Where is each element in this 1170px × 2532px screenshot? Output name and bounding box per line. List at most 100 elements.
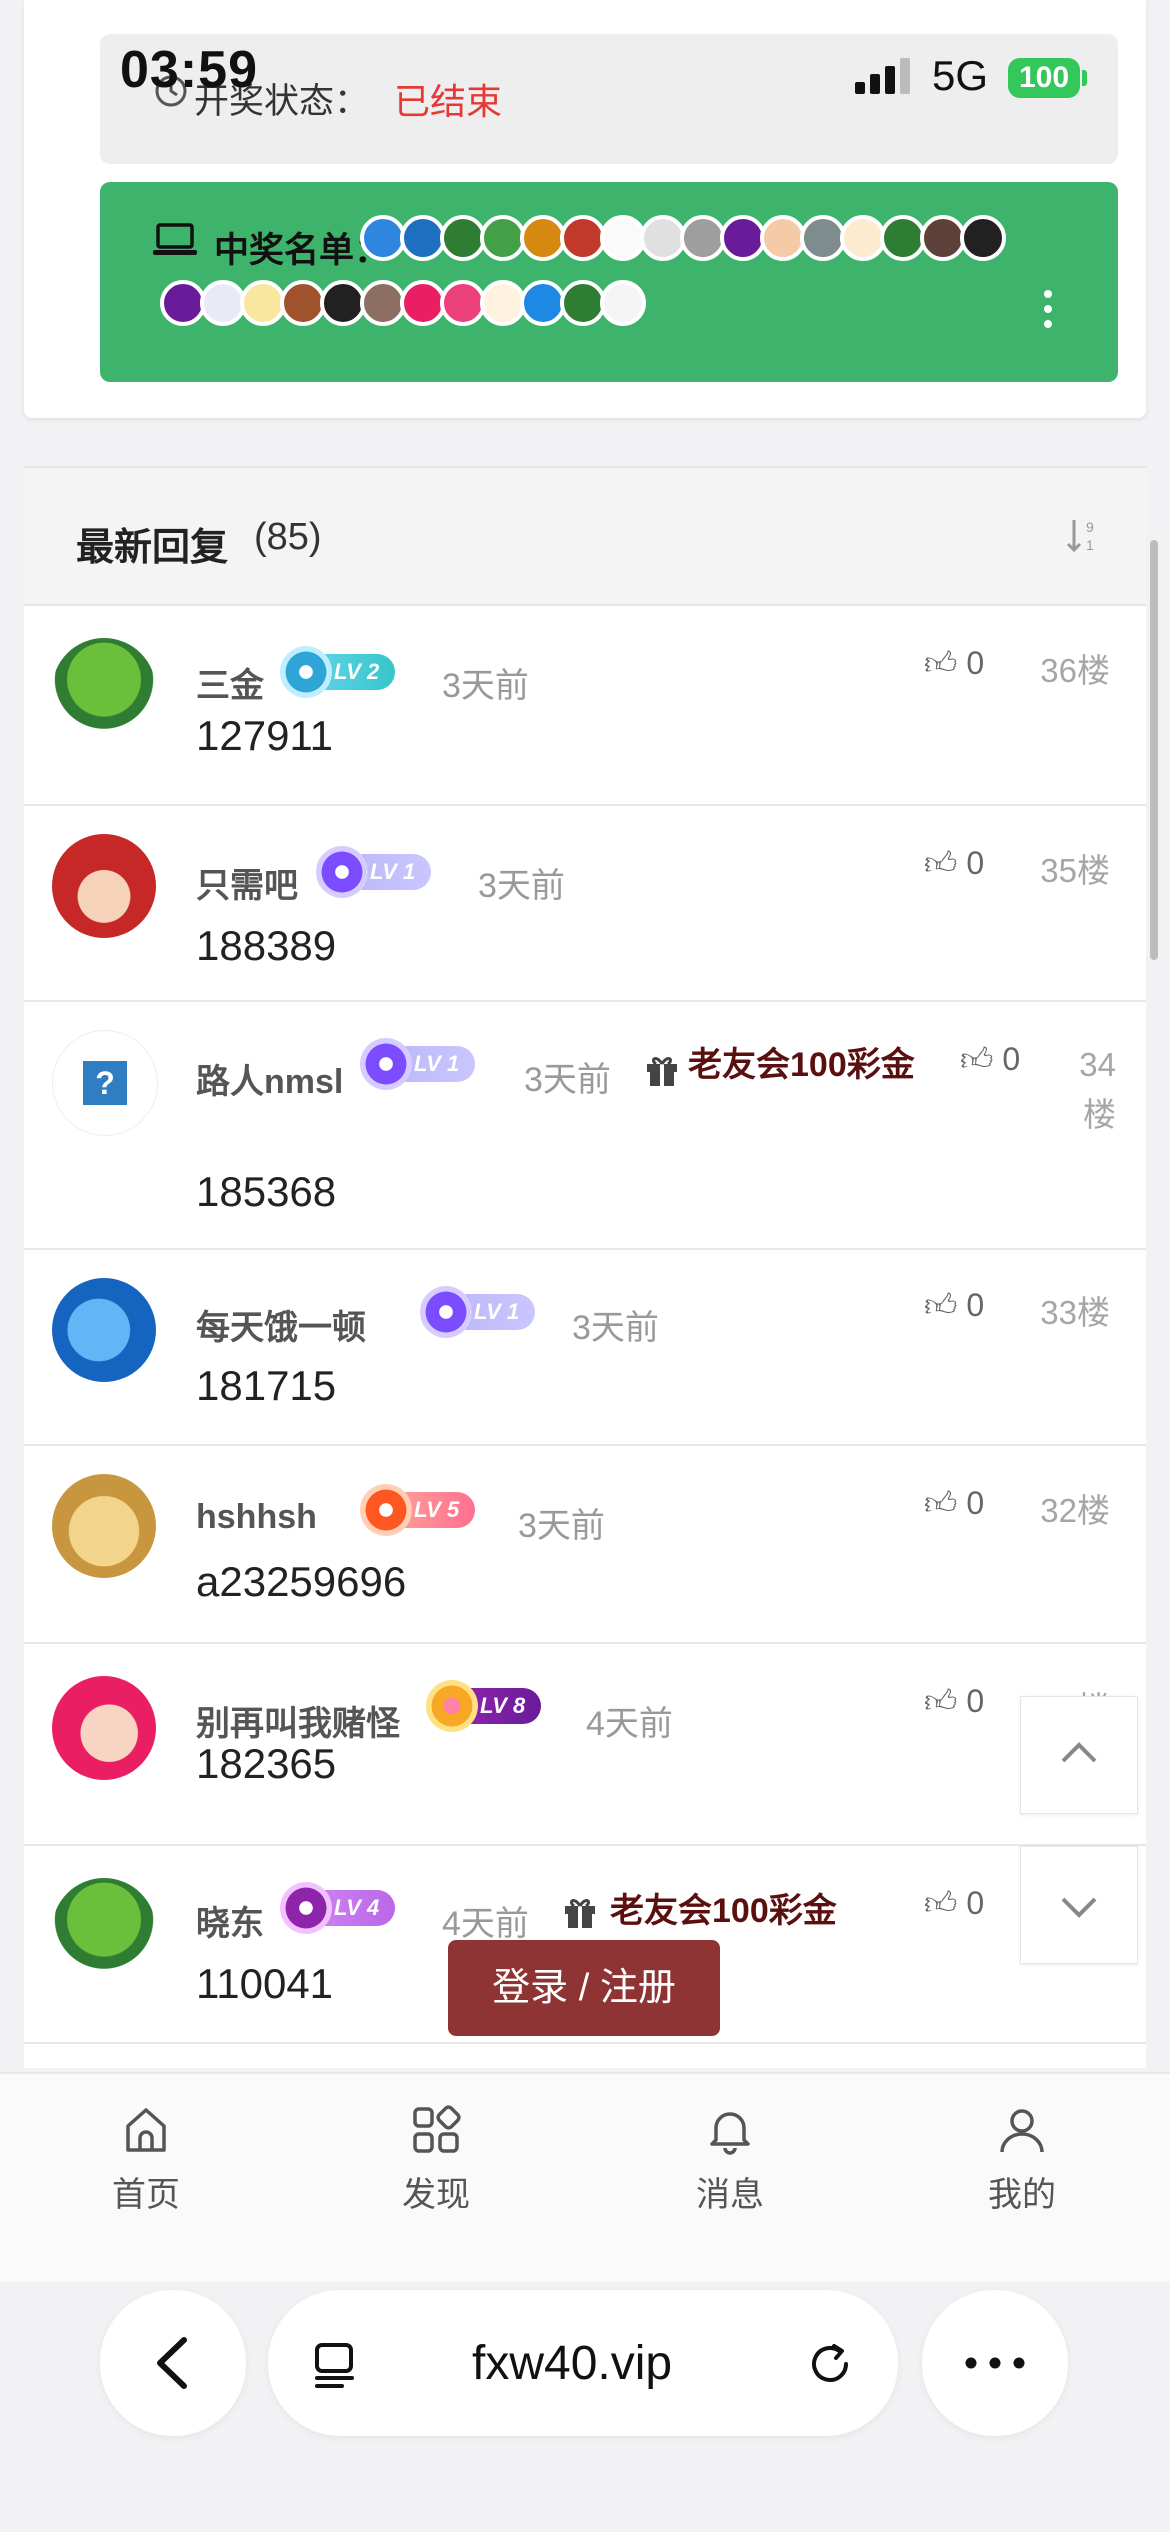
level-gem-icon	[316, 846, 368, 898]
username[interactable]: 别再叫我赌怪	[196, 1696, 400, 1745]
more-menu-button[interactable]	[922, 2290, 1068, 2436]
nav-label: 消息	[696, 2176, 764, 2214]
browser-toolbar: fxw40.vip	[0, 2282, 1170, 2532]
more-winners-icon[interactable]	[1044, 290, 1052, 335]
reply-item[interactable]: 只需吧 LV 1 3天前 188389 👍︎ 0 35楼	[24, 804, 1146, 1002]
username[interactable]: 三金	[196, 658, 264, 707]
bottom-nav: 首页 发现 消息 我的	[0, 2072, 1170, 2284]
reply-content: 181715	[196, 1362, 337, 1409]
floor-number: 35楼	[1040, 852, 1110, 889]
svg-text:1: 1	[1086, 537, 1094, 553]
sort-icon[interactable]: 9 1	[1064, 516, 1104, 556]
user-avatar[interactable]	[52, 1474, 156, 1578]
address-bar[interactable]: fxw40.vip	[268, 2290, 898, 2436]
back-button[interactable]	[100, 2290, 246, 2436]
more-icon	[965, 2357, 1025, 2369]
thumbs-up-icon: 👍︎	[924, 1683, 958, 1719]
signal-icon	[855, 58, 910, 94]
replies-count: (85)	[254, 516, 322, 558]
user-avatar[interactable]: ?	[52, 1030, 158, 1136]
like-button[interactable]: 👍︎ 0	[924, 1884, 984, 1923]
replies-header: 最新回复 (85) 9 1	[24, 468, 1146, 606]
like-button[interactable]: 👍︎ 0	[924, 644, 984, 683]
thumbs-up-icon: 👍︎	[924, 1287, 958, 1323]
winner-avatar[interactable]	[600, 280, 646, 326]
reply-time: 3天前	[478, 867, 565, 905]
reply-content: 110041	[196, 1960, 334, 2007]
like-count: 0	[966, 845, 985, 881]
username[interactable]: 晓东	[196, 1896, 264, 1945]
nav-messages[interactable]: 消息	[660, 2104, 800, 2216]
reply-item[interactable]: 三金 LV 2 3天前 127911 👍︎ 0 36楼	[24, 604, 1146, 806]
scroll-bottom-button[interactable]	[1020, 1846, 1138, 1964]
reply-time: 3天前	[572, 1309, 659, 1347]
placeholder-avatar-icon: ?	[83, 1061, 127, 1105]
level-text: LV 5	[414, 1497, 460, 1522]
reply-item[interactable]: ? 路人nmsl LV 1 3天前 老友会100彩金 185368 👍︎ 0 3…	[24, 1000, 1146, 1250]
like-count: 0	[966, 1885, 985, 1921]
username[interactable]: 每天饿一顿	[196, 1300, 366, 1349]
reply-content: 188389	[196, 922, 337, 969]
user-avatar[interactable]	[52, 638, 156, 742]
like-button[interactable]: 👍︎ 0	[924, 1286, 984, 1325]
floor-number: 33楼	[1040, 1294, 1110, 1331]
like-count: 0	[1002, 1041, 1021, 1077]
username[interactable]: hshhsh	[196, 1498, 317, 1537]
winner-avatar[interactable]	[960, 215, 1006, 261]
level-gem-icon	[420, 1286, 472, 1338]
thumbs-up-icon: 👍︎	[924, 845, 958, 881]
thumbs-up-icon: 👍︎	[924, 1885, 958, 1921]
like-button[interactable]: 👍︎ 0	[924, 1484, 984, 1523]
level-badge: LV 4	[280, 1882, 396, 1934]
network-type: 5G	[932, 52, 989, 99]
like-button[interactable]: 👍︎ 0	[924, 1682, 984, 1721]
reply-content: 182365	[196, 1740, 337, 1787]
level-text: LV 4	[334, 1895, 380, 1920]
reload-icon[interactable]	[804, 2338, 856, 2390]
reply-time: 4天前	[586, 1705, 673, 1743]
chevron-left-icon	[157, 2337, 187, 2389]
replies-section: 最新回复 (85) 9 1 三金 LV 2 3天前 127911 👍︎ 0 36…	[24, 466, 1146, 2068]
level-gem-icon	[360, 1484, 412, 1536]
replies-title: 最新回复	[76, 527, 229, 569]
user-avatar[interactable]	[52, 1278, 156, 1382]
status-time: 03:59	[120, 41, 258, 99]
battery-level: 100	[1008, 58, 1080, 98]
chevron-down-icon	[1061, 1897, 1097, 1918]
username[interactable]: 只需吧	[196, 858, 298, 907]
thumbs-up-icon: 👍︎	[924, 1485, 958, 1521]
reply-time: 4天前	[442, 1905, 529, 1943]
reply-content: 185368	[196, 1168, 337, 1215]
gift-icon	[565, 1899, 595, 1928]
level-text: LV 1	[474, 1299, 520, 1324]
nav-home[interactable]: 首页	[76, 2104, 216, 2216]
nav-label: 发现	[402, 2176, 470, 2214]
nav-profile[interactable]: 我的	[952, 2104, 1092, 2216]
chevron-up-icon	[1061, 1742, 1097, 1763]
bell-icon	[710, 2112, 750, 2155]
url-text[interactable]: fxw40.vip	[472, 2336, 672, 2391]
login-register-button[interactable]: 登录 / 注册	[448, 1940, 720, 2036]
like-button[interactable]: 👍︎ 0	[960, 1040, 1020, 1079]
home-icon	[126, 2108, 166, 2152]
floor-number: 36楼	[1040, 652, 1110, 689]
level-text: LV 8	[480, 1693, 526, 1718]
reply-item[interactable]: 每天饿一顿 LV 1 3天前 181715 👍︎ 0 33楼	[24, 1248, 1146, 1446]
status-bar: 03:59 5G 100	[0, 0, 1170, 150]
user-avatar[interactable]	[52, 1676, 156, 1780]
nav-label: 首页	[112, 2176, 180, 2214]
scroll-top-button[interactable]	[1020, 1696, 1138, 1814]
user-avatar[interactable]	[52, 834, 156, 938]
level-gem-icon	[426, 1680, 478, 1732]
level-badge: LV 1	[420, 1286, 536, 1338]
reply-time: 3天前	[518, 1507, 605, 1545]
reply-item[interactable]: 别再叫我赌怪 LV 8 4天前 182365 👍︎ 0 31楼	[24, 1642, 1146, 1846]
level-gem-icon	[280, 1882, 332, 1934]
like-button[interactable]: 👍︎ 0	[924, 844, 984, 883]
nav-discover[interactable]: 发现	[366, 2104, 506, 2216]
reply-content: a23259696	[196, 1558, 407, 1605]
reply-item[interactable]: hshhsh LV 5 3天前 a23259696 👍︎ 0 32楼	[24, 1444, 1146, 1644]
nav-label: 我的	[988, 2176, 1056, 2214]
user-avatar[interactable]	[52, 1878, 156, 1982]
scrollbar[interactable]	[1150, 540, 1158, 960]
